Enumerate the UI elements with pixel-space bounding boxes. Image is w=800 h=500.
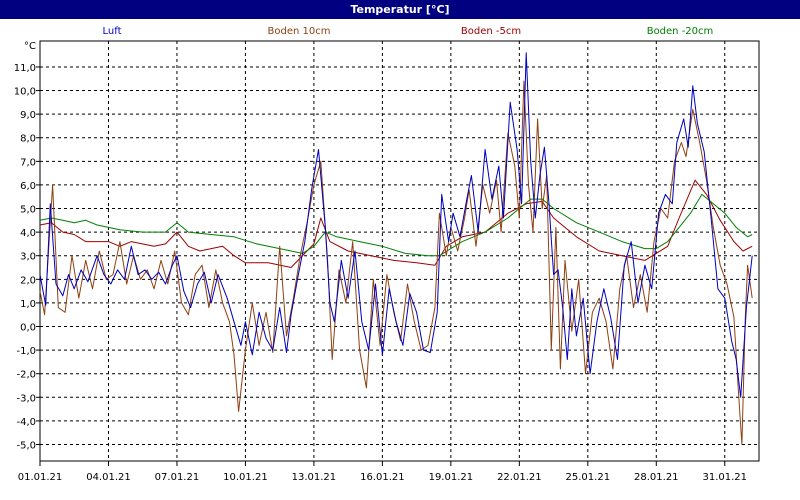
- y-tick-label: -4,0: [16, 417, 36, 428]
- legend-entry-boden-5cm: Boden -5cm: [461, 26, 521, 37]
- chart-title: Temperatur [°C]: [350, 3, 449, 16]
- y-tick-label: -5,0: [16, 440, 36, 451]
- y-tick-label: 1,0: [20, 299, 36, 310]
- x-tick-label: 10.01.21: [223, 472, 268, 483]
- x-tick-label: 19.01.21: [429, 472, 474, 483]
- y-tick-label: 5,0: [20, 205, 36, 216]
- y-tick-label: 10,0: [14, 87, 36, 98]
- y-axis-ticks: 11,0 10,0 9,0 8,0 7,0 6,0 5,0 4,0 3,0 2,0 1,0 0,0 -1…: [14, 63, 40, 451]
- y-tick-label: 9,0: [20, 110, 36, 121]
- y-tick-label: 4,0: [20, 228, 36, 239]
- y-tick-label: 0,0: [20, 323, 36, 334]
- x-axis-ticks: 01.01.21 04.01.21 07.01.21 10.01.21 13.01.21…: [18, 461, 747, 483]
- legend-entry-luft: Luft: [103, 26, 122, 37]
- x-tick-label: 28.01.21: [634, 472, 679, 483]
- x-tick-label: 16.01.21: [360, 472, 405, 483]
- legend: Luft Boden 10cm Boden -5cm Boden -20cm: [103, 26, 714, 37]
- y-tick-label: -2,0: [16, 370, 36, 381]
- y-tick-label: 3,0: [20, 252, 36, 263]
- x-tick-label: 22.01.21: [497, 472, 542, 483]
- temperature-chart: Temperatur [°C] °C 11,0 10,0 9,0 8,0 7,0 6,0 5…: [0, 0, 800, 483]
- y-tick-label: 7,0: [20, 157, 36, 168]
- x-tick-label: 31.01.21: [702, 472, 747, 483]
- x-tick-label: 25.01.21: [566, 472, 611, 483]
- y-tick-label: -1,0: [16, 346, 36, 357]
- y-tick-label: -3,0: [16, 393, 36, 404]
- y-tick-label: 2,0: [20, 275, 36, 286]
- legend-entry-boden-20cm: Boden -20cm: [647, 26, 714, 37]
- x-tick-label: 04.01.21: [86, 472, 131, 483]
- y-tick-label: 8,0: [20, 134, 36, 145]
- y-tick-label: 11,0: [14, 63, 36, 74]
- legend-entry-boden-10cm: Boden 10cm: [268, 26, 331, 37]
- x-tick-label: 13.01.21: [292, 472, 337, 483]
- x-tick-label: 01.01.21: [18, 472, 63, 483]
- plot-area: [39, 40, 760, 462]
- y-tick-label: 6,0: [20, 181, 36, 192]
- y-axis-unit-label: °C: [24, 41, 36, 52]
- x-tick-label: 07.01.21: [155, 472, 200, 483]
